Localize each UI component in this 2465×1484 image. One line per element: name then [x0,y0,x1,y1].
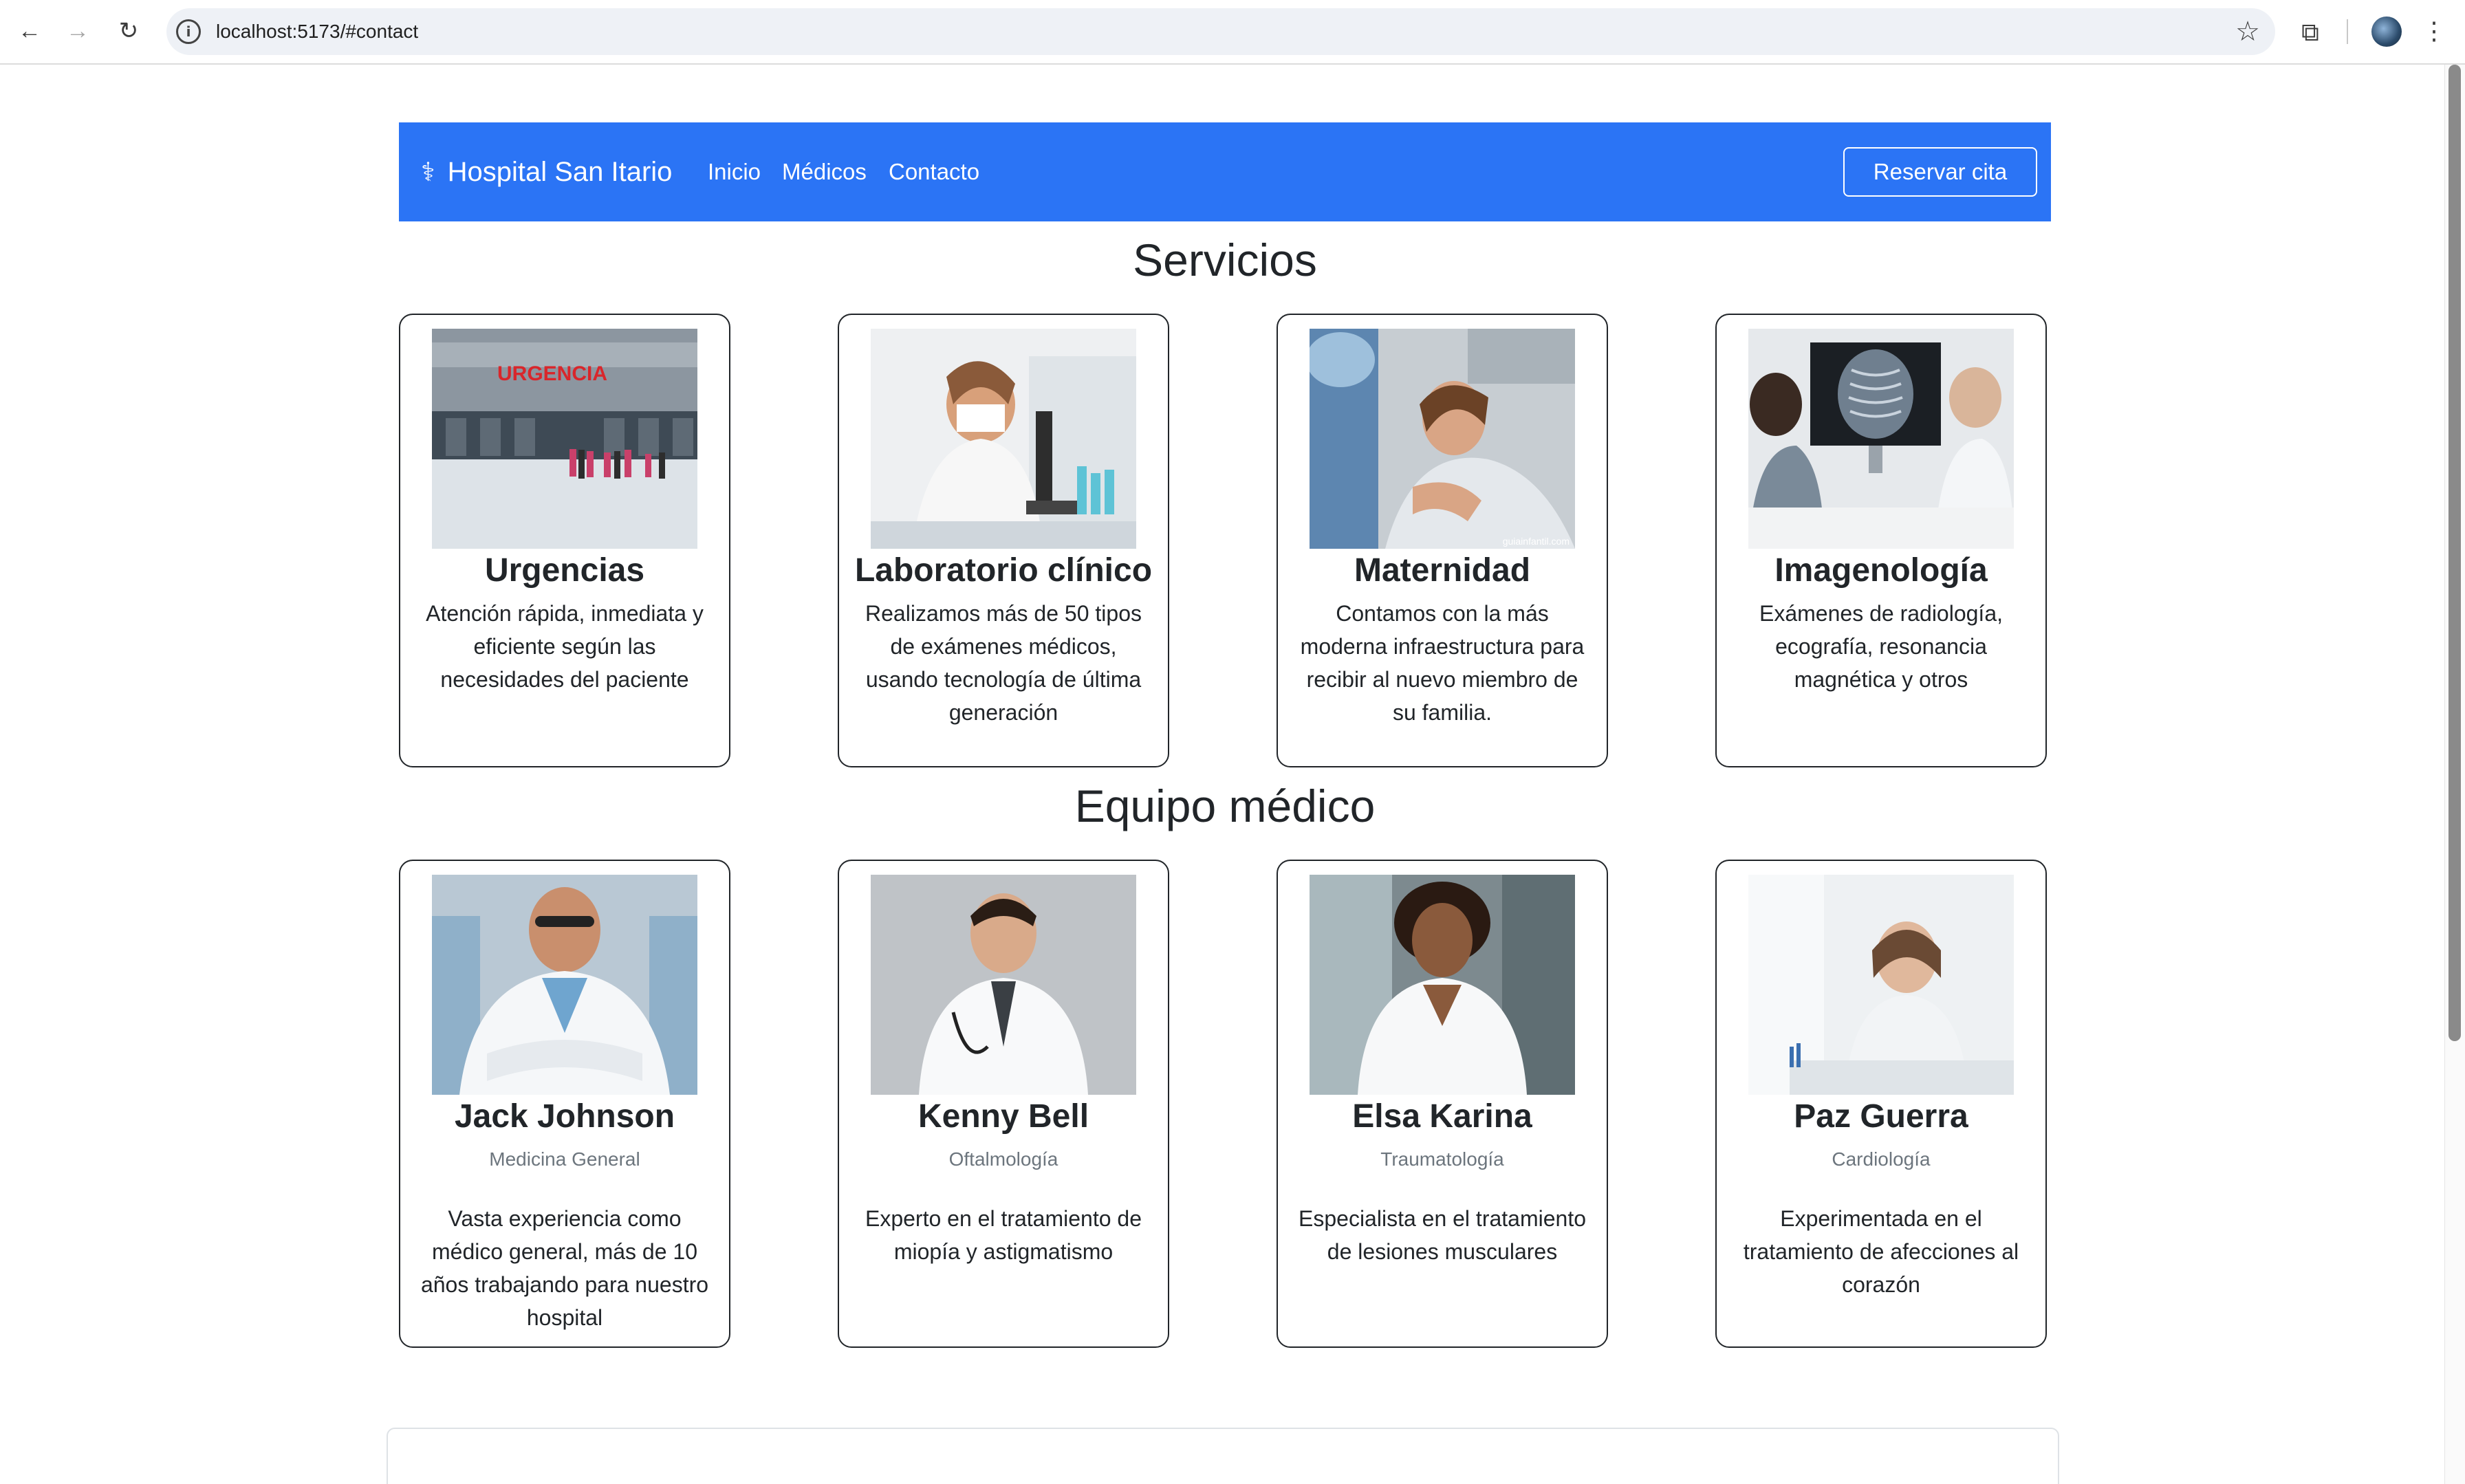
address-bar[interactable]: i localhost:5173/#contact ☆ [166,8,2275,55]
brand-name: Hospital San Itario [447,156,673,187]
doctor-description: Especialista en el tratamiento de lesion… [1299,1206,1586,1264]
doctor-description: Experimentada en el tratamiento de afecc… [1743,1206,2019,1297]
contact-form-card [387,1428,2059,1484]
url-text[interactable]: localhost:5173/#contact [216,8,418,55]
team-title: Equipo médico [1074,781,1376,831]
site-info-icon[interactable]: i [176,19,201,44]
browser-toolbar: ← → ↻ i localhost:5173/#contact ☆ ⧉ ⋮ [0,0,2465,65]
doctor-card: Jack Johnson Medicina General Vasta expe… [399,860,730,1348]
profile-avatar-icon[interactable] [2371,17,2402,47]
doctor-description: Vasta experiencia como médico general, m… [420,1206,709,1330]
service-description: Exámenes de radiología, ecografía, reson… [1759,601,2003,692]
doctor-name: Jack Johnson [454,1098,675,1135]
doctor-photo [1310,875,1575,1095]
bookmark-star-icon[interactable]: ☆ [2235,15,2260,48]
scrollbar-thumb[interactable] [2448,65,2461,1041]
caduceus-icon: ⚕ [421,157,435,187]
photo-watermark-text: guiainfantil.com [1503,536,1570,547]
laboratory-photo [871,329,1136,549]
doctor-specialty: Medicina General [489,1148,640,1170]
doctor-card: Paz Guerra Cardiología Experimentada en … [1715,860,2047,1348]
doctor-name: Kenny Bell [917,1098,1089,1135]
service-description: Realizamos más de 50 tipos de exámenes m… [865,601,1142,725]
nav-link-inicio[interactable]: Inicio [708,122,761,221]
nav-link-medicos[interactable]: Médicos [782,122,867,221]
service-card: Imagenología Exámenes de radiología, eco… [1715,314,2047,767]
doctor-specialty: Oftalmología [948,1148,1058,1170]
toolbar-divider [2347,19,2348,44]
service-title: Maternidad [1354,552,1531,589]
nav-link-contacto[interactable]: Contacto [889,122,979,221]
site-navbar: ⚕ Hospital San Itario Inicio Médicos Con… [399,122,2051,221]
service-title: Laboratorio clínico [854,552,1153,589]
forward-arrow-icon[interactable]: → [61,14,95,48]
doctor-specialty: Traumatología [1380,1148,1504,1170]
menu-dots-icon[interactable]: ⋮ [2422,14,2446,48]
doctor-card: Elsa Karina Traumatología Especialista e… [1277,860,1608,1348]
doctor-photo [432,875,697,1095]
emergency-photo: URGENCIA [432,329,697,549]
photo-sign-text: URGENCIA [497,362,607,385]
brand[interactable]: ⚕ Hospital San Itario [421,122,672,221]
doctor-photo [1748,875,2014,1095]
service-title: Imagenología [1774,552,1988,589]
imaging-photo [1748,329,2014,549]
service-title: Urgencias [484,552,645,589]
back-arrow-icon[interactable]: ← [12,14,47,48]
maternity-photo: guiainfantil.com [1310,329,1575,549]
service-description: Contamos con la más moderna infraestruct… [1300,601,1585,725]
doctor-specialty: Cardiología [1832,1148,1931,1170]
services-title: Servicios [1133,234,1317,285]
service-description: Atención rápida, inmediata y eficiente s… [426,601,704,692]
doctor-card: Kenny Bell Oftalmología Experto en el tr… [838,860,1169,1348]
extensions-icon[interactable]: ⧉ [2294,17,2326,48]
service-card: Laboratorio clínico Realizamos más de 50… [838,314,1169,767]
reserve-appointment-button[interactable]: Reservar cita [1843,147,2037,197]
reload-icon[interactable]: ↻ [111,14,146,48]
doctor-description: Experto en el tratamiento de miopía y as… [865,1206,1142,1264]
doctor-name: Elsa Karina [1352,1098,1532,1135]
doctor-photo [871,875,1136,1095]
service-card: URGENCIA Urgencias Atención rápida, inme… [399,314,730,767]
service-card: guiainfantil.com Maternidad Contamos con… [1277,314,1608,767]
doctor-name: Paz Guerra [1794,1098,1968,1135]
